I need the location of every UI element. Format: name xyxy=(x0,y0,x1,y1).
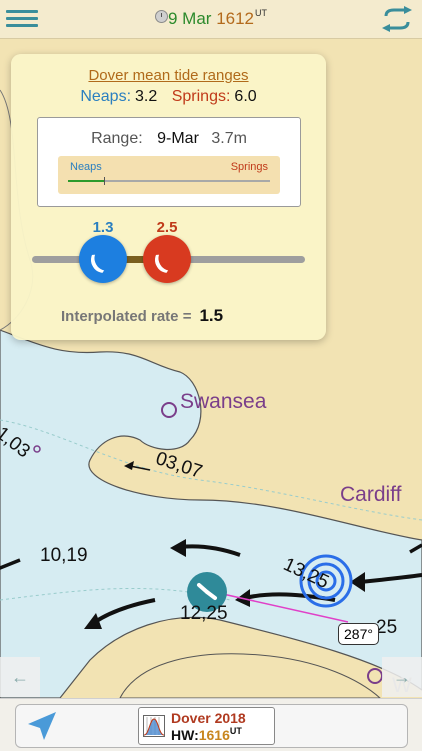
scale-springs-label: Springs xyxy=(230,161,268,173)
neaps-label: Neaps: xyxy=(80,88,132,105)
high-water-box[interactable]: Dover 2018 HW:1616UT xyxy=(138,707,275,745)
hw-timezone: UT xyxy=(229,726,242,736)
rate-label: 10,19 xyxy=(40,545,88,566)
scale-neaps-label: Neaps xyxy=(70,161,102,173)
range-date: 9-Mar xyxy=(157,130,199,147)
prev-arrow-button[interactable]: ← xyxy=(0,657,40,697)
high-water-line: HW:1616UT xyxy=(171,726,242,743)
swap-arrows-icon[interactable] xyxy=(382,6,412,32)
hw-time: 1616 xyxy=(198,727,230,743)
springs-label: Springs: xyxy=(171,88,231,105)
bottom-bar: Dover 2018 HW:1616UT xyxy=(0,698,422,751)
location-arrow-icon[interactable] xyxy=(26,710,58,742)
date-time-display[interactable]: 9 Mar 1612UT xyxy=(0,8,422,29)
tide-range-panel: Dover mean tide ranges Neaps: 3.2 Springs… xyxy=(11,54,326,340)
time-text: 1612 xyxy=(216,9,255,28)
rate-label: 25 xyxy=(376,617,398,638)
range-metres: 3.7m xyxy=(211,130,247,147)
hw-label: HW: xyxy=(171,727,199,743)
rate-label: 12,25 xyxy=(180,603,228,624)
scale-track xyxy=(68,177,270,185)
interpolated-rate: Interpolated rate = 1.5 xyxy=(61,306,223,326)
bottom-bar-frame: Dover 2018 HW:1616UT xyxy=(15,704,408,748)
bearing-badge: 287° xyxy=(338,623,379,645)
range-label: Range: xyxy=(91,130,143,147)
mean-ranges: Neaps: 3.2 Springs: 6.0 xyxy=(11,88,326,106)
springs-rate-label: 2.5 xyxy=(156,219,178,236)
range-scale: Neaps Springs xyxy=(58,156,280,194)
top-bar: 9 Mar 1612UT xyxy=(0,0,422,39)
springs-rate-knob[interactable] xyxy=(143,235,191,283)
scale-fill xyxy=(68,180,105,182)
range-box: Range: 9-Mar 3.7m Neaps Springs xyxy=(37,117,301,207)
tide-curve-icon xyxy=(143,715,165,737)
springs-value: 6.0 xyxy=(234,88,257,105)
panel-title[interactable]: Dover mean tide ranges xyxy=(11,67,326,84)
neaps-rate-knob[interactable] xyxy=(79,235,127,283)
timezone-label: UT xyxy=(255,8,268,18)
date-text: 9 Mar xyxy=(167,9,212,28)
next-arrow-button[interactable]: → xyxy=(382,657,422,697)
neaps-rate-label: 1.3 xyxy=(92,219,114,236)
interp-value: 1.5 xyxy=(199,306,224,325)
neaps-value: 3.2 xyxy=(135,88,158,105)
interp-label: Interpolated rate = xyxy=(61,308,192,325)
place-label-swansea: Swansea xyxy=(180,390,267,413)
port-name: Dover 2018 xyxy=(171,710,246,726)
clock-icon xyxy=(154,10,168,23)
scale-marker xyxy=(104,177,106,185)
place-label-cardiff: Cardiff xyxy=(340,483,402,506)
